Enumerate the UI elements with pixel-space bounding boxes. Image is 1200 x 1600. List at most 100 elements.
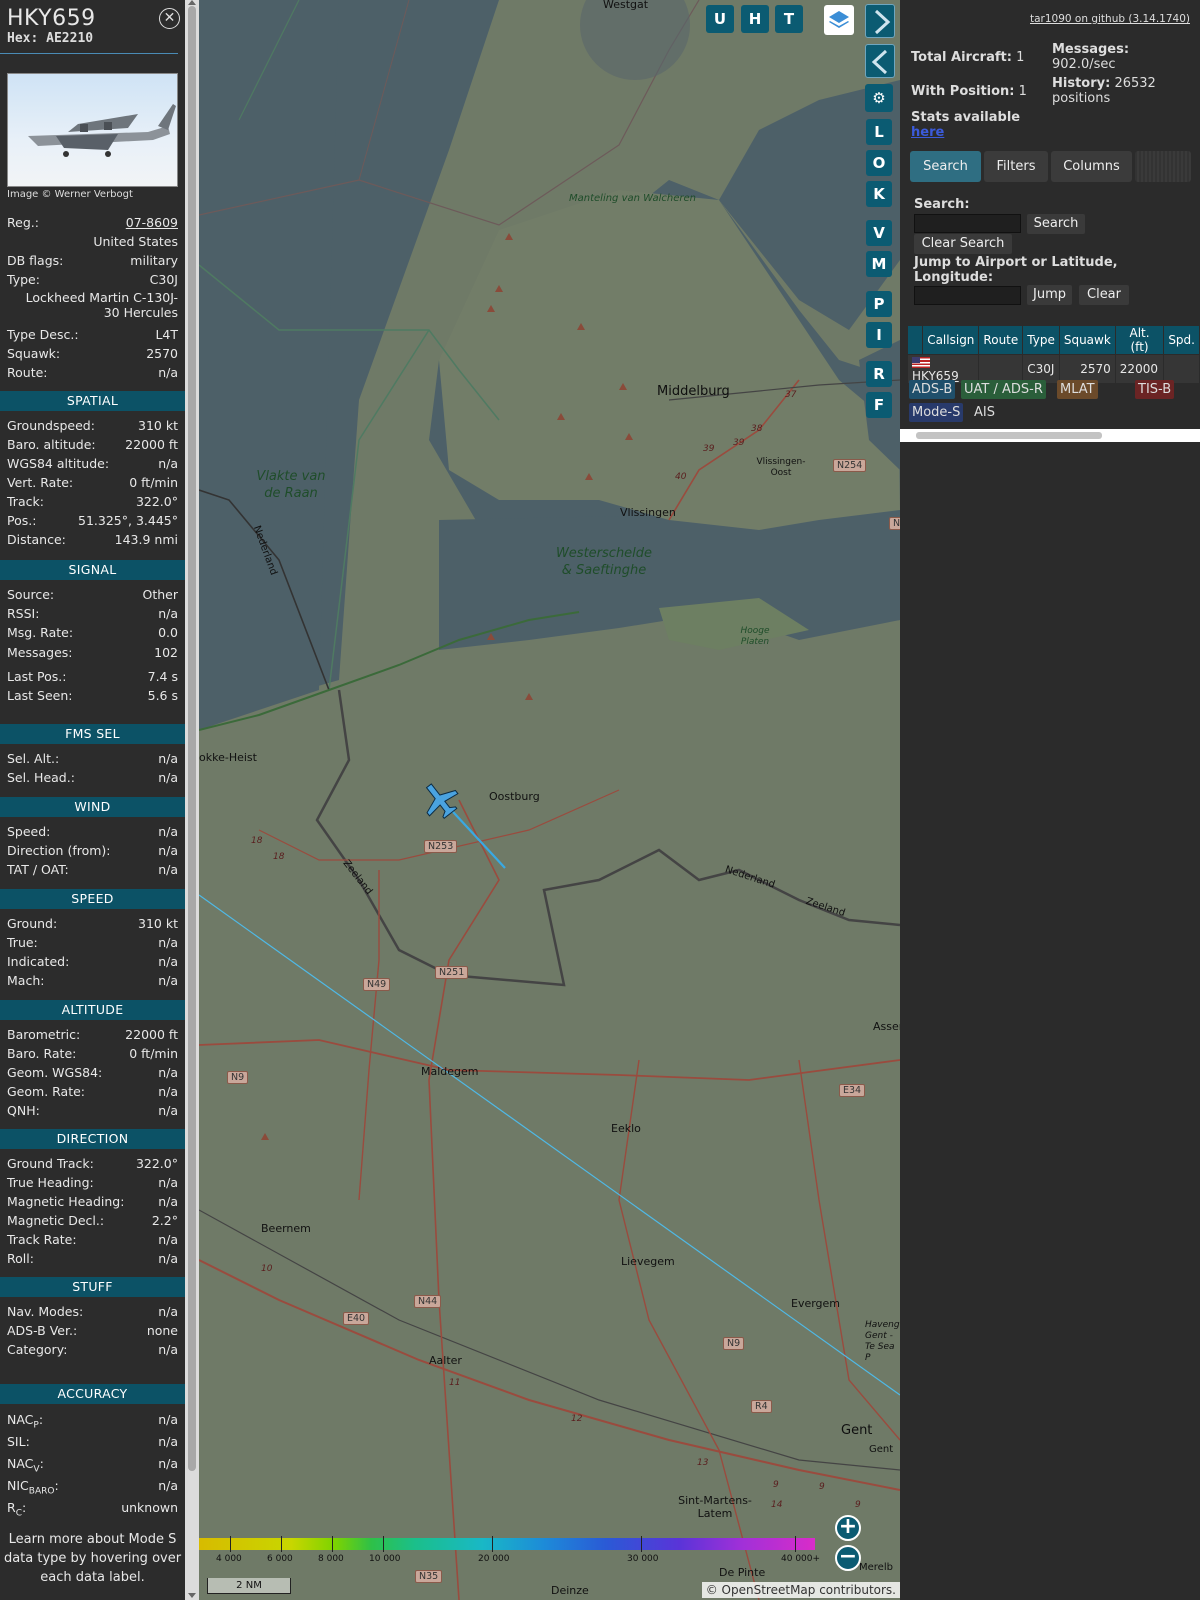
zoom-in-button[interactable]: +: [835, 1515, 861, 1541]
row-label-sub: V: [33, 1464, 40, 1475]
clear-jump-button[interactable]: Clear: [1079, 285, 1129, 305]
row-label: Nav. Modes:: [7, 1304, 84, 1319]
altitude-color-legend: [199, 1538, 815, 1550]
map-attribution[interactable]: © OpenStreetMap contributors.: [701, 1582, 900, 1598]
map-button-v[interactable]: V: [866, 220, 892, 246]
section-header-wind: WIND: [0, 797, 185, 817]
map-button-l[interactable]: L: [866, 119, 892, 145]
tab-extra[interactable]: [1135, 151, 1191, 182]
tab-filters[interactable]: Filters: [984, 151, 1048, 182]
col-altitude[interactable]: Alt. (ft): [1114, 325, 1165, 355]
section-header-speed: SPEED: [0, 889, 185, 909]
selected-hex: Hex: AE2210: [7, 31, 94, 46]
map-label-maldegem: Maldegem: [421, 1065, 479, 1078]
layers-icon[interactable]: [824, 5, 854, 35]
row-label: Last Pos.:: [7, 669, 67, 684]
section-row: NICBARO: n/a: [7, 1478, 178, 1497]
map-button-i[interactable]: I: [866, 322, 892, 348]
map-button-f[interactable]: F: [866, 392, 892, 418]
section-row: NACV: n/a: [7, 1456, 178, 1475]
map-button-t[interactable]: T: [775, 5, 803, 33]
row-label: Roll:: [7, 1251, 34, 1266]
field-value[interactable]: 07-8609: [126, 215, 178, 230]
route-number-label: 39: [703, 444, 715, 454]
row-label: Ground:: [7, 916, 58, 931]
altitude-tick: [281, 1536, 282, 1552]
col-type[interactable]: Type: [1022, 325, 1060, 355]
row-value: 2.2°: [151, 1213, 178, 1228]
map-button-r[interactable]: R: [866, 361, 892, 387]
aircraft-field-row: Route: n/a: [7, 365, 178, 380]
search-button[interactable]: Search: [1027, 214, 1085, 234]
search-input[interactable]: [914, 214, 1021, 233]
field-value: n/a: [158, 365, 178, 380]
row-value: n/a: [158, 1342, 178, 1357]
route-number-label: 9: [773, 1480, 779, 1490]
road-label-n44: N44: [414, 1295, 442, 1308]
info-scrollbar[interactable]: [185, 0, 199, 1600]
map-button-k[interactable]: K: [866, 181, 892, 207]
col-flag[interactable]: [906, 325, 924, 355]
section-row: Last Pos.: 7.4 s: [7, 669, 178, 684]
jump-button[interactable]: Jump: [1027, 285, 1072, 305]
col-squawk[interactable]: Squawk: [1058, 325, 1116, 355]
section-row: Sel. Alt.: n/a: [7, 751, 178, 766]
map-view[interactable]: Westgat Manteling van Walcheren Middelbu…: [199, 0, 900, 1600]
row-value: n/a: [158, 1232, 178, 1247]
jump-input[interactable]: [914, 286, 1021, 305]
col-route[interactable]: Route: [978, 325, 1024, 355]
section-row: Nav. Modes: n/a: [7, 1304, 178, 1319]
map-button-u[interactable]: U: [706, 5, 734, 33]
row-label: Track Rate:: [7, 1232, 77, 1247]
row-value: n/a: [158, 1304, 178, 1319]
info-scroll-thumb[interactable]: [188, 6, 196, 1471]
row-label: Track:: [7, 494, 44, 509]
road-label-n49: N49: [363, 978, 391, 991]
map-button-o[interactable]: O: [866, 150, 892, 176]
col-speed[interactable]: Spd.: [1163, 325, 1200, 355]
section-header-spatial: SPATIAL: [0, 391, 185, 411]
clear-search-button[interactable]: Clear Search: [914, 234, 1012, 254]
table-header-row: Callsign Route Type Squawk Alt. (ft) Spd…: [906, 325, 1200, 355]
section-row: Roll: n/a: [7, 1251, 178, 1266]
map-label-knokke-heist: okke-Heist: [199, 751, 257, 764]
map-label-beernem: Beernem: [261, 1222, 311, 1235]
aircraft-photo[interactable]: [7, 73, 178, 187]
settings-gear-icon[interactable]: ⚙: [865, 84, 893, 112]
scroll-down-icon[interactable]: [188, 1593, 196, 1598]
learn-more-text: Learn more about Mode S data type by hov…: [3, 1532, 182, 1585]
collapse-panel-icon[interactable]: [865, 44, 895, 78]
map-label-hooge-platen: Hooge Platen: [740, 626, 770, 647]
aircraft-field-row: United States: [7, 234, 178, 249]
col-callsign[interactable]: Callsign: [922, 325, 980, 355]
row-value: 0 ft/min: [129, 1046, 178, 1061]
close-icon[interactable]: ✕: [159, 8, 180, 29]
tab-columns[interactable]: Columns: [1051, 151, 1132, 182]
expand-panel-icon[interactable]: [865, 4, 895, 38]
stats-link[interactable]: here: [911, 125, 944, 140]
map-button-p[interactable]: P: [866, 291, 892, 317]
github-link[interactable]: tar1090 on github (3.14.1740): [1030, 13, 1190, 25]
map-button-h[interactable]: H: [741, 5, 769, 33]
road-label-n253: N253: [424, 840, 458, 853]
row-label-sub: BARO: [28, 1486, 55, 1497]
table-hscrollbar[interactable]: [900, 429, 1200, 442]
scroll-up-icon[interactable]: [188, 0, 196, 5]
row-value: n/a: [158, 751, 178, 766]
row-label-main: R: [7, 1500, 16, 1515]
map-label-deinze: Deinze: [551, 1584, 589, 1597]
source-legend-mlat: MLAT: [1057, 380, 1098, 399]
row-label: NACV:: [7, 1456, 44, 1475]
map-button-m[interactable]: M: [866, 251, 892, 277]
row-value: n/a: [158, 1456, 178, 1471]
zoom-out-button[interactable]: −: [835, 1545, 861, 1571]
map-label-manteling: Manteling van Walcheren: [569, 193, 696, 204]
tab-search[interactable]: Search: [910, 151, 981, 182]
row-label: Ground Track:: [7, 1156, 94, 1171]
row-label: TAT / OAT:: [7, 862, 69, 877]
row-label: NICBARO:: [7, 1478, 59, 1497]
row-value: 322.0°: [135, 494, 178, 509]
row-label-main: NAC: [7, 1456, 34, 1471]
map-label-vlissingen: Vlissingen: [620, 506, 676, 519]
hscroll-thumb[interactable]: [916, 432, 1102, 439]
